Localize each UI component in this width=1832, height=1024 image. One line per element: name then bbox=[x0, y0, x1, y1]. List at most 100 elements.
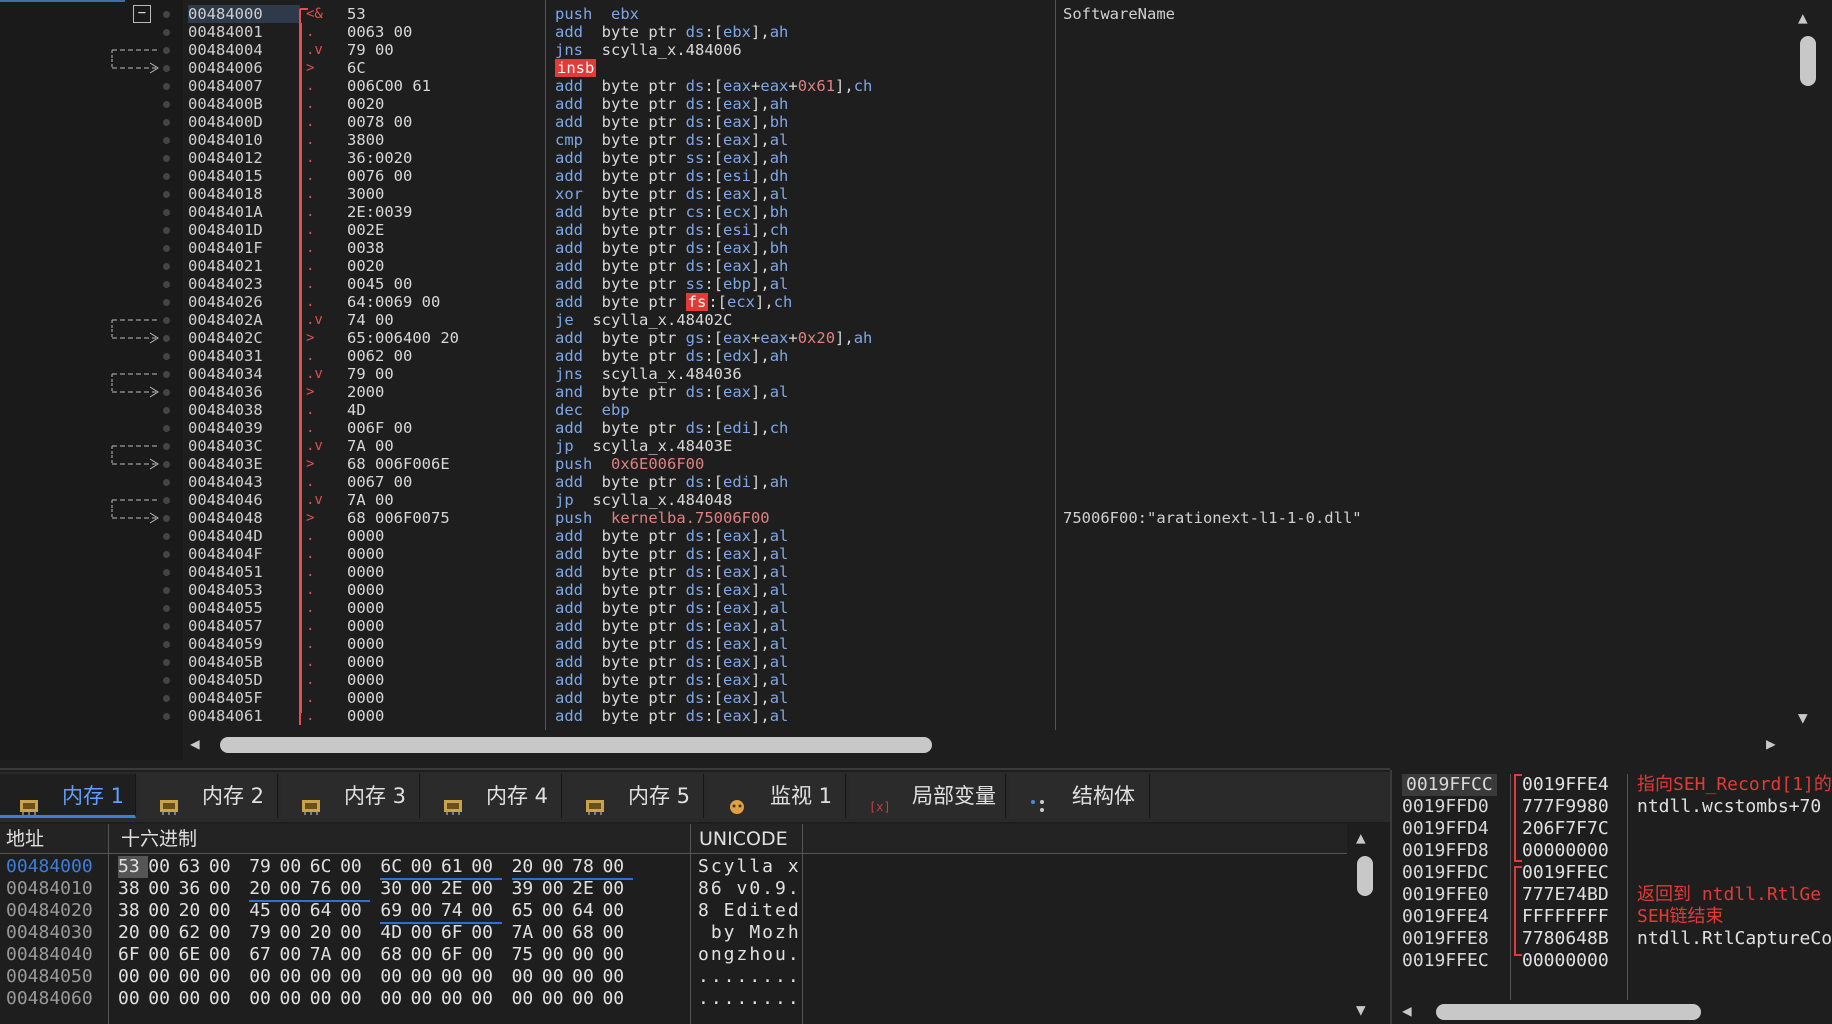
hex-byte[interactable]: 74 bbox=[440, 900, 472, 924]
breakpoint-dot[interactable] bbox=[163, 47, 170, 54]
stack-address[interactable]: 0019FFD8 bbox=[1402, 840, 1489, 862]
instruction-address[interactable]: 00484053 bbox=[188, 581, 300, 599]
tab-7[interactable]: [x] 局部变量 bbox=[850, 774, 1006, 818]
memory-hex-bytes[interactable]: 00 00 00 00 00 00 00 00 00 00 00 00 00 00 00 00 bbox=[118, 966, 633, 988]
instruction-address[interactable]: 00484031 bbox=[188, 347, 300, 365]
hex-byte[interactable]: 6F bbox=[441, 922, 471, 944]
instruction-address[interactable]: 0048401F bbox=[188, 239, 300, 257]
hex-byte[interactable]: 00 bbox=[179, 988, 209, 1010]
instruction-text[interactable]: jp scylla_x.484048 bbox=[555, 491, 1055, 509]
instruction-text[interactable]: add byte ptr ds:[eax],al bbox=[555, 617, 1055, 635]
breakpoint-dot[interactable] bbox=[163, 695, 170, 702]
memory-hex-bytes[interactable]: 00 00 00 00 00 00 00 00 00 00 00 00 00 00 00 00 bbox=[118, 988, 633, 1010]
hex-byte[interactable]: 00 bbox=[310, 966, 340, 988]
disasm-row[interactable]: 00484015. 0076 00 add byte ptr ds:[esi],dh bbox=[0, 167, 1790, 185]
hex-byte[interactable]: 00 bbox=[602, 988, 632, 1010]
hex-byte[interactable]: 00 bbox=[249, 988, 279, 1010]
instruction-text[interactable]: cmp byte ptr ds:[eax],al bbox=[555, 131, 1055, 149]
instruction-text[interactable]: add byte ptr ds:[eax+eax+0x61],ch bbox=[555, 77, 1055, 95]
disasm-row[interactable]: 0048402A .v 74 00 je scylla_x.48402C bbox=[0, 311, 1790, 329]
instruction-address[interactable]: 00484004 bbox=[188, 41, 300, 59]
breakpoint-dot[interactable] bbox=[163, 425, 170, 432]
disasm-row[interactable]: 00484023. 0045 00 add byte ptr ss:[ebp],al bbox=[0, 275, 1790, 293]
hex-byte[interactable]: 7A bbox=[512, 922, 542, 944]
hex-byte[interactable]: 00 bbox=[542, 878, 572, 900]
hex-byte[interactable]: 00 bbox=[279, 922, 309, 944]
memory-row[interactable]: 00484060 00 00 00 00 00 00 00 00 00 00 00 00 00 00 00 00… bbox=[0, 988, 1340, 1010]
breakpoint-dot[interactable] bbox=[163, 29, 170, 36]
hex-byte[interactable]: 00 bbox=[471, 966, 501, 988]
memory-address[interactable]: 00484010 bbox=[6, 878, 93, 900]
breakpoint-dot[interactable] bbox=[163, 11, 170, 18]
memory-hex-bytes[interactable]: 38 00 36 00 20 00 76 00 30 00 2E 00 39 00 2E 00 bbox=[118, 878, 633, 902]
instruction-address[interactable]: 00484006 bbox=[188, 59, 300, 77]
disasm-row[interactable]: 0048400D. 0078 00 add byte ptr ds:[eax],bh bbox=[0, 113, 1790, 131]
hex-byte[interactable]: 65 bbox=[512, 900, 542, 922]
hex-byte[interactable]: 00 bbox=[279, 900, 309, 922]
hex-byte[interactable]: 61 bbox=[440, 856, 472, 880]
hex-byte[interactable]: 00 bbox=[411, 878, 441, 900]
disasm-row[interactable]: 0048401A. 2E:0039 add byte ptr cs:[ecx],bh bbox=[0, 203, 1790, 221]
disasm-row[interactable]: 0048404F. 0000 add byte ptr ds:[eax],al bbox=[0, 545, 1790, 563]
hex-byte[interactable]: 00 bbox=[471, 878, 501, 900]
instruction-text[interactable]: add byte ptr ds:[ebx],ah bbox=[555, 23, 1055, 41]
memory-hex-bytes[interactable]: 38 00 20 00 45 00 64 00 69 00 74 00 65 00 64 00 bbox=[118, 900, 633, 924]
instruction-address[interactable]: 0048402A bbox=[188, 311, 300, 329]
stack-value[interactable]: 206F7F7C bbox=[1522, 818, 1609, 840]
hex-byte[interactable]: 00 bbox=[572, 988, 602, 1010]
hex-byte[interactable]: 00 bbox=[279, 856, 309, 878]
breakpoint-dot[interactable] bbox=[163, 65, 170, 72]
stack-row[interactable]: 0019FFCC 0019FFE4 指向SEH_Record[1]的 bbox=[1392, 774, 1832, 796]
breakpoint-dot[interactable] bbox=[163, 569, 170, 576]
hex-byte[interactable]: 00 bbox=[541, 856, 573, 880]
hex-byte[interactable]: 00 bbox=[512, 988, 542, 1010]
instruction-text[interactable]: je scylla_x.48402C bbox=[555, 311, 1055, 329]
memory-hex-bytes[interactable]: 20 00 62 00 79 00 20 00 4D 00 6F 00 7A 00 68 00 bbox=[118, 922, 633, 944]
breakpoint-dot[interactable] bbox=[163, 137, 170, 144]
disassembly-vertical-scrollbar[interactable]: ▲ ▼ bbox=[1794, 8, 1820, 730]
disassembly-horizontal-scrollbar[interactable]: ◀ ▶ bbox=[190, 734, 1790, 755]
disassembly-pane[interactable]: − 00484000 <& 53 push ebx SoftwareName 004840… bbox=[0, 0, 1832, 760]
instruction-text[interactable]: add byte ptr ss:[ebp],al bbox=[555, 275, 1055, 293]
instruction-address[interactable]: 00484039 bbox=[188, 419, 300, 437]
instruction-address[interactable]: 00484023 bbox=[188, 275, 300, 293]
hex-byte[interactable]: 00 bbox=[542, 900, 572, 922]
memory-address[interactable]: 00484060 bbox=[6, 988, 93, 1010]
instruction-text[interactable]: add byte ptr ds:[edi],ah bbox=[555, 473, 1055, 491]
instruction-text[interactable]: add byte ptr ds:[eax],bh bbox=[555, 113, 1055, 131]
hex-byte[interactable]: 68 bbox=[572, 922, 602, 944]
disasm-row[interactable]: 0048405B. 0000 add byte ptr ds:[eax],al bbox=[0, 653, 1790, 671]
hex-byte[interactable]: 00 bbox=[340, 966, 370, 988]
stack-address[interactable]: 0019FFCC bbox=[1402, 774, 1497, 796]
hex-byte[interactable]: 00 bbox=[279, 878, 310, 902]
instruction-address[interactable]: 00484000 bbox=[188, 5, 300, 23]
stack-address[interactable]: 0019FFD4 bbox=[1402, 818, 1489, 840]
hex-byte[interactable]: 00 bbox=[542, 966, 572, 988]
disasm-row[interactable]: 0048404D. 0000 add byte ptr ds:[eax],al bbox=[0, 527, 1790, 545]
memory-address[interactable]: 00484020 bbox=[6, 900, 93, 922]
stack-value[interactable]: 7780648B bbox=[1522, 928, 1609, 950]
hex-byte[interactable]: 20 bbox=[249, 878, 280, 902]
disasm-row[interactable]: 0048403C .v 7A 00 jp scylla_x.48403E bbox=[0, 437, 1790, 455]
stack-horizontal-scrollbar[interactable]: ◀ bbox=[1402, 1001, 1832, 1022]
instruction-address[interactable]: 0048403C bbox=[188, 437, 300, 455]
hex-byte[interactable]: 00 bbox=[380, 988, 410, 1010]
scroll-up-icon[interactable]: ▲ bbox=[1798, 8, 1808, 27]
hex-byte[interactable]: 00 bbox=[602, 856, 633, 880]
breakpoint-dot[interactable] bbox=[163, 245, 170, 252]
breakpoint-dot[interactable] bbox=[163, 497, 170, 504]
instruction-text[interactable]: add byte ptr fs:[ecx],ch bbox=[555, 293, 1055, 311]
hex-byte[interactable]: 39 bbox=[512, 878, 542, 900]
instruction-address[interactable]: 0048402C bbox=[188, 329, 300, 347]
hex-byte[interactable]: 00 bbox=[209, 988, 239, 1010]
scroll-left-icon[interactable]: ◀ bbox=[1402, 1001, 1412, 1020]
instruction-address[interactable]: 0048403E bbox=[188, 455, 300, 473]
column-header-address[interactable]: 地址 bbox=[0, 824, 108, 854]
breakpoint-dot[interactable] bbox=[163, 209, 170, 216]
disasm-row[interactable]: 00484039. 006F 00 add byte ptr ds:[edi],ch bbox=[0, 419, 1790, 437]
disasm-row[interactable]: 0048401D. 002E add byte ptr ds:[esi],ch bbox=[0, 221, 1790, 239]
instruction-address[interactable]: 00484061 bbox=[188, 707, 300, 725]
instruction-text[interactable]: add byte ptr ds:[edx],ah bbox=[555, 347, 1055, 365]
stack-address[interactable]: 0019FFEC bbox=[1402, 950, 1489, 972]
disasm-row[interactable]: 0048405D. 0000 add byte ptr ds:[eax],al bbox=[0, 671, 1790, 689]
